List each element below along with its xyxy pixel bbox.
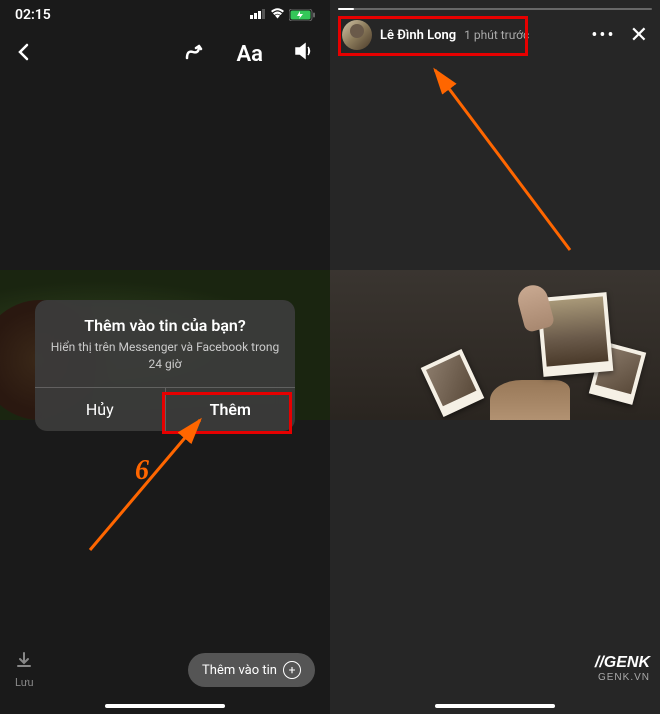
more-icon[interactable]: ••• [591, 25, 615, 46]
text-icon[interactable]: Aa [236, 42, 263, 67]
confirm-button[interactable]: Thêm [166, 388, 296, 431]
dialog-title: Thêm vào tin của bạn? [47, 316, 283, 335]
status-icons [250, 7, 315, 23]
plus-icon: + [283, 661, 301, 679]
watermark: //GENK GENK.VN [595, 653, 650, 684]
back-icon[interactable] [15, 42, 33, 67]
bottom-bar: Lưu Thêm vào tin + [0, 651, 330, 689]
add-story-button[interactable]: Thêm vào tin + [188, 653, 315, 687]
status-bar: 02:15 [0, 0, 330, 30]
phone-left: 02:15 Aa Thêm vào tin củ [0, 0, 330, 714]
watermark-main: //GENK [595, 653, 650, 672]
home-indicator [105, 704, 225, 708]
battery-icon [289, 9, 315, 21]
watermark-sub: GENK.VN [595, 672, 650, 684]
home-indicator-right [435, 704, 555, 708]
story-header: Lê Đình Long 1 phút trước ••• ✕ [330, 10, 660, 60]
editor-toolbar: Aa [0, 30, 330, 78]
confirm-dialog: Thêm vào tin của bạn? Hiển thị trên Mess… [35, 300, 295, 431]
download-icon [15, 651, 33, 674]
save-button[interactable]: Lưu [15, 651, 34, 689]
avatar[interactable] [342, 20, 372, 50]
wifi-icon [270, 7, 285, 23]
phone-right: Lê Đình Long 1 phút trước ••• ✕ //GENK G… [330, 0, 660, 714]
add-story-label: Thêm vào tin [202, 663, 277, 678]
signal-icon [250, 7, 266, 23]
status-time: 02:15 [15, 7, 51, 23]
dialog-subtitle: Hiển thị trên Messenger và Facebook tron… [47, 339, 283, 373]
sound-icon[interactable] [293, 40, 315, 68]
time-ago: 1 phút trước [464, 28, 529, 42]
step-number: 6 [135, 455, 149, 487]
close-icon[interactable]: ✕ [630, 23, 648, 48]
save-label: Lưu [15, 676, 34, 689]
story-progress [338, 8, 652, 10]
cancel-button[interactable]: Hủy [35, 388, 166, 431]
story-content-image [330, 270, 660, 420]
user-name[interactable]: Lê Đình Long [380, 28, 456, 43]
arrow-annotation-right [420, 60, 580, 260]
arrow-annotation-left [80, 410, 220, 560]
draw-icon[interactable] [184, 40, 206, 68]
